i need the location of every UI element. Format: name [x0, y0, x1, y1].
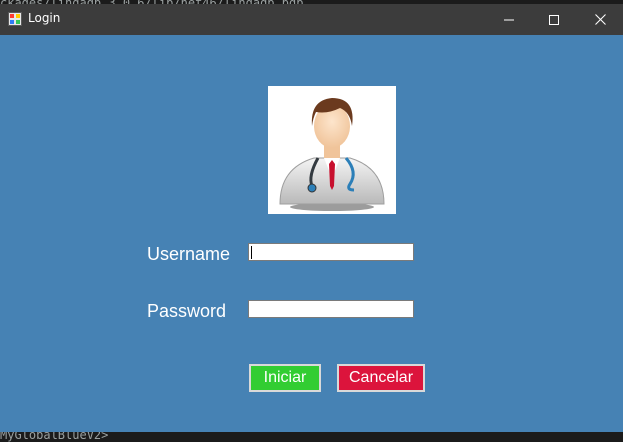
app-form-icon [8, 12, 22, 26]
close-icon [594, 14, 606, 25]
password-label: Password [147, 301, 227, 321]
login-button[interactable]: Iniciar [249, 364, 321, 392]
minimize-icon [504, 19, 514, 20]
user-avatar [268, 86, 396, 214]
window-title: Login [28, 11, 61, 25]
close-button[interactable] [577, 4, 623, 35]
text-caret [251, 246, 252, 259]
password-input[interactable] [248, 300, 414, 318]
title-bar[interactable]: Login [0, 4, 623, 35]
minimize-button[interactable] [486, 4, 532, 35]
username-input[interactable] [248, 243, 414, 261]
maximize-icon [549, 14, 559, 25]
username-label: Username [147, 244, 231, 264]
cancel-button[interactable]: Cancelar [337, 364, 425, 392]
maximize-button[interactable] [531, 4, 577, 35]
login-window: Login Username Password Iniciar Cancelar [0, 4, 623, 432]
doctor-avatar-icon [279, 98, 385, 211]
